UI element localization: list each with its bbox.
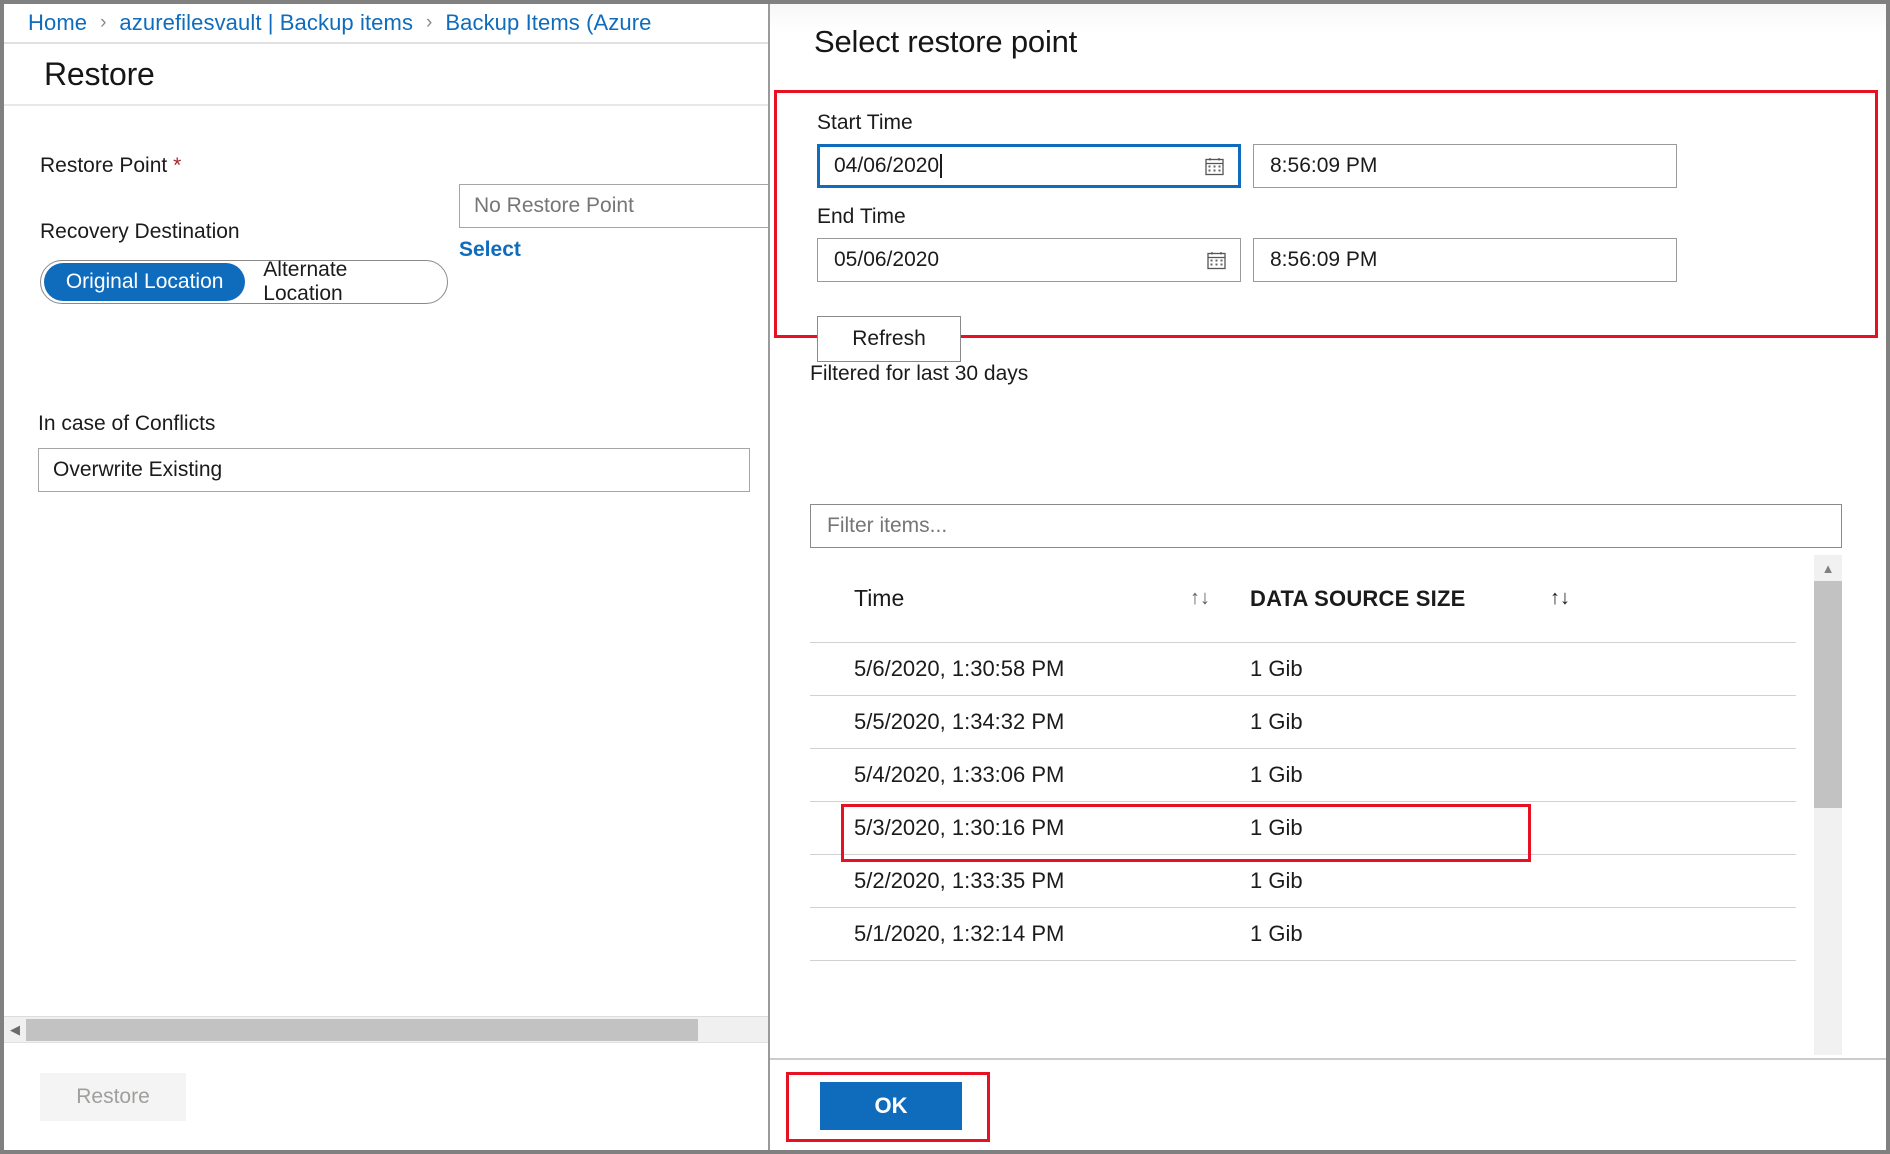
sort-icon-data-source-size[interactable]: ↑↓ (1550, 587, 1570, 610)
row-size: 1 Gib (1250, 921, 1303, 947)
restore-points-list-region: ▲ Time ↑↓ DATA SOURCE SIZE ↑↓ 5/6/2020, … (810, 555, 1842, 1055)
start-time-input[interactable]: 8:56:09 PM (1253, 144, 1677, 188)
end-time-input[interactable]: 8:56:09 PM (1253, 238, 1677, 282)
breadcrumb-item-home[interactable]: Home (28, 10, 87, 36)
end-date-input[interactable]: 05/06/2020 (817, 238, 1241, 282)
ok-button[interactable]: OK (820, 1082, 962, 1130)
restore-blade: Home › azurefilesvault | Backup items › … (4, 4, 770, 1150)
end-time-row: 05/06/2020 (817, 238, 1875, 282)
filtered-note: Filtered for last 30 days (810, 362, 1028, 386)
conflicts-dropdown[interactable]: Overwrite Existing (38, 448, 750, 492)
row-size: 1 Gib (1250, 762, 1303, 788)
calendar-icon[interactable] (1205, 157, 1224, 176)
table-row[interactable]: 5/4/2020, 1:33:06 PM 1 Gib (810, 749, 1796, 802)
blade-title-bar: Restore (4, 44, 768, 106)
restore-point-label: Restore Point * (40, 146, 460, 178)
calendar-icon[interactable] (1207, 251, 1226, 270)
sort-icon-time[interactable]: ↑↓ (1190, 587, 1250, 610)
refresh-button[interactable]: Refresh (817, 316, 961, 362)
panel-footer: OK (770, 1058, 1886, 1150)
page-title: Restore (44, 56, 155, 93)
start-time-label: Start Time (817, 111, 1875, 135)
table-row[interactable]: 5/5/2020, 1:34:32 PM 1 Gib (810, 696, 1796, 749)
table-row[interactable]: 5/6/2020, 1:30:58 PM 1 Gib (810, 643, 1796, 696)
vertical-scrollbar-thumb[interactable] (1814, 581, 1842, 808)
row-time: 5/5/2020, 1:34:32 PM (854, 709, 1250, 735)
conflicts-label: In case of Conflicts (28, 412, 744, 436)
table-row[interactable]: 5/3/2020, 1:30:16 PM 1 Gib (810, 802, 1796, 855)
breadcrumb: Home › azurefilesvault | Backup items › … (4, 4, 768, 44)
row-size: 1 Gib (1250, 868, 1303, 894)
vertical-scrollbar[interactable]: ▲ (1814, 555, 1842, 1055)
text-cursor (940, 154, 942, 178)
scroll-left-icon[interactable]: ◀ (4, 1017, 26, 1043)
table-row[interactable]: 5/1/2020, 1:32:14 PM 1 Gib (810, 908, 1796, 961)
row-time: 5/6/2020, 1:30:58 PM (854, 656, 1250, 682)
restore-form: Restore Point * No Restore Point Select … (4, 146, 768, 492)
scroll-up-icon[interactable]: ▲ (1814, 555, 1842, 581)
screen-root: Home › azurefilesvault | Backup items › … (0, 0, 1890, 1154)
table-header-row: Time ↑↓ DATA SOURCE SIZE ↑↓ (810, 555, 1796, 643)
toggle-option-original-location[interactable]: Original Location (44, 263, 245, 301)
time-range-controls: Start Time 04/06/2020 (777, 93, 1875, 362)
end-time-label: End Time (817, 205, 1875, 229)
breadcrumb-separator-icon: › (426, 12, 432, 34)
row-time: 5/1/2020, 1:32:14 PM (854, 921, 1250, 947)
breadcrumb-item-backup-items[interactable]: Backup Items (Azure (445, 10, 651, 36)
breadcrumb-separator-icon: › (100, 12, 106, 34)
start-date-input[interactable]: 04/06/2020 (817, 144, 1241, 188)
row-time: 5/3/2020, 1:30:16 PM (854, 815, 1250, 841)
row-time: 5/4/2020, 1:33:06 PM (854, 762, 1250, 788)
start-date-value: 04/06/2020 (834, 154, 939, 178)
required-indicator: * (173, 154, 181, 177)
column-header-data-source-size[interactable]: DATA SOURCE SIZE (1250, 586, 1550, 612)
panel-title: Select restore point (770, 24, 1886, 60)
column-header-time[interactable]: Time (854, 585, 1190, 612)
recovery-destination-toggle[interactable]: Original Location Alternate Location (40, 260, 448, 304)
blade-footer: Restore (4, 1042, 768, 1150)
table-row[interactable]: 5/2/2020, 1:33:35 PM 1 Gib (810, 855, 1796, 908)
restore-button[interactable]: Restore (40, 1073, 186, 1121)
end-date-value: 05/06/2020 (834, 248, 939, 272)
select-restore-point-link[interactable]: Select (459, 238, 770, 262)
row-time: 5/2/2020, 1:33:35 PM (854, 868, 1250, 894)
row-size: 1 Gib (1250, 709, 1303, 735)
restore-point-label-text: Restore Point (40, 154, 167, 177)
toggle-option-alternate-location[interactable]: Alternate Location (245, 263, 444, 301)
restore-point-control-group: No Restore Point Select (459, 184, 770, 262)
restore-points-table: Time ↑↓ DATA SOURCE SIZE ↑↓ 5/6/2020, 1:… (810, 555, 1796, 961)
row-size: 1 Gib (1250, 815, 1303, 841)
start-time-row: 04/06/2020 (817, 144, 1875, 188)
breadcrumb-item-vault[interactable]: azurefilesvault | Backup items (119, 10, 413, 36)
filter-items-input[interactable]: Filter items... (810, 504, 1842, 548)
restore-point-field-row: Restore Point * (28, 146, 744, 178)
select-restore-point-panel: Select restore point Start Time 04/06/20… (770, 4, 1886, 1150)
horizontal-scrollbar-thumb[interactable] (26, 1019, 698, 1041)
restore-point-value: No Restore Point (459, 184, 770, 228)
time-range-annotation-box: Start Time 04/06/2020 (774, 90, 1878, 338)
row-size: 1 Gib (1250, 656, 1303, 682)
horizontal-scrollbar[interactable]: ◀ (4, 1016, 768, 1042)
